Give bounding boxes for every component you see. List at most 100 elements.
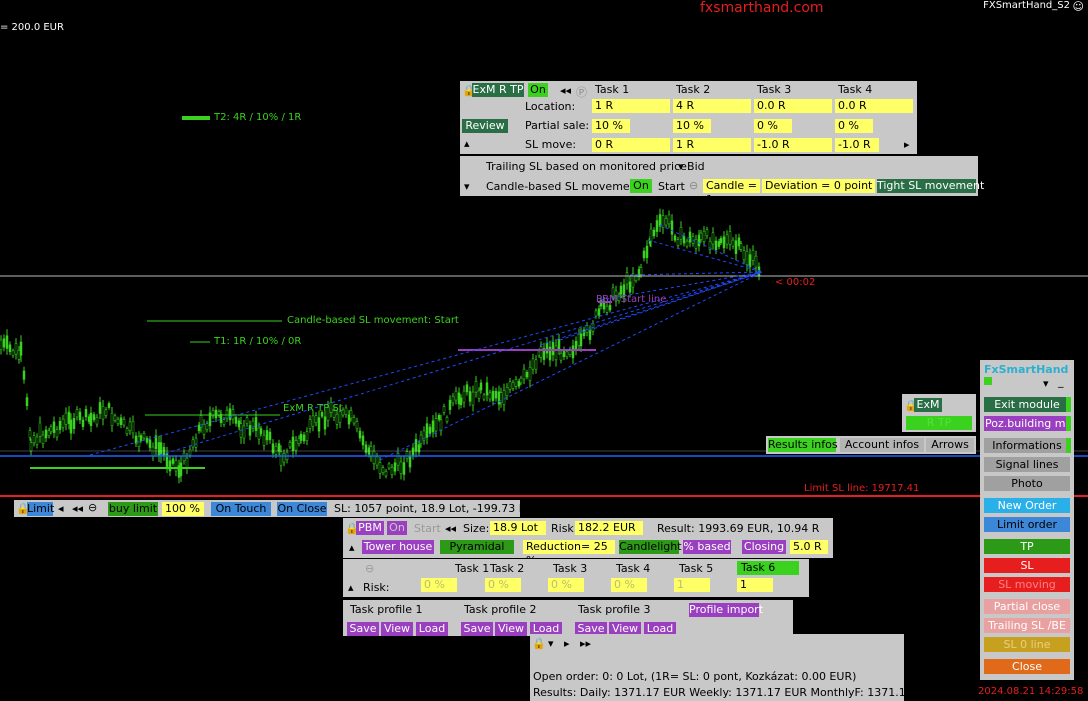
on-touch-button[interactable]: On Touch <box>211 502 271 516</box>
tp-panel: 🔒 ExM R TP On ◂◂ Ⓟ Task 1 Task 2 Task 3 … <box>460 81 917 154</box>
pbm-rewind-icon[interactable]: ◂◂ <box>445 522 456 535</box>
partial-task-1[interactable]: 10 % <box>592 119 630 133</box>
tower-house-button[interactable]: Tower house <box>362 540 434 554</box>
location-task-3[interactable]: 0.0 R <box>754 99 832 113</box>
brand-watermark: fxsmarthand.com <box>700 0 824 16</box>
informations-button[interactable]: Informations <box>984 438 1070 453</box>
candle-sl-label: Candle-based SL movement: Start <box>287 315 459 326</box>
slmove-task-3[interactable]: -1.0 R <box>754 138 832 152</box>
location-task-1[interactable]: 1 R <box>592 99 670 113</box>
profile-2-save[interactable]: Save <box>461 622 493 636</box>
expand-down-icon[interactable]: ▾ <box>464 180 470 193</box>
next-arrow-icon[interactable]: ▸ <box>904 138 910 151</box>
tab-arrows[interactable]: Arrows <box>926 438 974 452</box>
risk-minus-icon[interactable]: ⊖ <box>365 562 374 575</box>
rewind-icon[interactable]: ◂◂ <box>560 84 571 97</box>
status-next-icon[interactable]: ▸ <box>564 637 570 650</box>
deviation-field[interactable]: Deviation = 0 point <box>762 179 875 193</box>
new-order-button[interactable]: New Order <box>984 498 1070 513</box>
size-label: Size: <box>463 522 490 535</box>
risk-collapse-icon[interactable]: ▴ <box>348 581 354 594</box>
parking-icon[interactable]: Ⓟ <box>576 84 587 100</box>
pct-based-button[interactable]: % based <box>683 540 731 554</box>
poz-building-button[interactable]: Poz.building m. <box>984 416 1070 431</box>
photo-button[interactable]: Photo <box>984 476 1070 491</box>
partial-task-2[interactable]: 10 % <box>673 119 711 133</box>
risk-task-6[interactable]: 1 <box>737 578 773 592</box>
partial-task-4[interactable]: 0 % <box>835 119 873 133</box>
minus-circle-icon[interactable]: ⊖ <box>689 179 698 192</box>
sidebar-collapse-icon[interactable]: ▾ <box>1043 377 1049 390</box>
risk-task-3-header: Task 3 <box>553 562 588 575</box>
risk-field[interactable]: 182.2 EUR <box>575 521 643 535</box>
tp-stop-label: ExM R TP St <box>283 403 343 414</box>
collapse-up-icon[interactable]: ▴ <box>464 137 470 150</box>
risk-task-1[interactable]: 0 % <box>421 578 457 592</box>
candle-count-field[interactable]: Candle = 1 <box>703 179 760 206</box>
order-rewind-icon[interactable]: ◂◂ <box>72 502 83 515</box>
risk-task-4[interactable]: 0 % <box>611 578 647 592</box>
location-task-4[interactable]: 0.0 R <box>835 99 913 113</box>
closing-value[interactable]: 5.0 R <box>790 540 828 554</box>
order-minus-icon[interactable]: ⊖ <box>88 501 97 514</box>
order-prev-icon[interactable]: ◂ <box>58 502 64 515</box>
size-field[interactable]: 18.9 Lot <box>490 521 546 535</box>
exm-title[interactable]: ExM <box>914 398 942 412</box>
review-button[interactable]: Review <box>462 119 508 133</box>
risk-task-2[interactable]: 0 % <box>485 578 521 592</box>
closing-button[interactable]: Closing <box>742 540 786 554</box>
slmove-task-1[interactable]: 0 R <box>592 138 670 152</box>
signal-lines-button[interactable]: Signal lines <box>984 457 1070 472</box>
risk-task-5[interactable]: 1 <box>674 578 710 592</box>
tight-sl-button[interactable]: Tight SL movement <box>877 179 984 193</box>
order-kind[interactable]: buy limit <box>108 502 158 516</box>
partial-close-button[interactable]: Partial close <box>984 599 1070 614</box>
order-type[interactable]: Limit <box>27 502 54 516</box>
tp-management-button[interactable]: TP management <box>984 539 1070 568</box>
price-mode-dropdown[interactable]: ▾ Bid <box>678 160 705 173</box>
sidebar-title: FxSmartHand <box>984 363 1069 376</box>
profile-1-save[interactable]: Save <box>347 622 379 636</box>
on-close-button[interactable]: On Close <box>277 502 327 516</box>
order-percent[interactable]: 100 % <box>162 502 204 516</box>
trailing-sl-be-button[interactable]: Trailing SL /BE <box>984 618 1070 633</box>
location-task-2[interactable]: 4 R <box>673 99 751 113</box>
tp-panel-title[interactable]: ExM R TP <box>472 83 524 97</box>
candle-sl-on-toggle[interactable]: On <box>630 179 652 193</box>
smiley-icon: ☺ <box>1072 0 1084 13</box>
candlelight-button[interactable]: Candlelight <box>619 540 682 554</box>
sl-moving-button[interactable]: SL moving <box>984 577 1070 592</box>
slmove-task-4[interactable]: -1.0 R <box>835 138 879 152</box>
exit-module-button[interactable]: Exit module <box>984 397 1070 412</box>
close-button[interactable]: Close <box>984 659 1070 674</box>
sl-info: SL: 1057 point, 18.9 Lot, -199.73 EUR <box>334 502 542 515</box>
profile-1-load[interactable]: Load <box>416 622 448 636</box>
pyramidal-button[interactable]: Pyramidal <box>440 540 514 554</box>
candle-sl-start-label: Start <box>658 180 685 193</box>
profile-2-view[interactable]: View <box>495 622 527 636</box>
status-lock-icon[interactable]: 🔒 <box>532 637 546 650</box>
profile-import-button[interactable]: Profile import <box>689 603 763 617</box>
tab-account-infos[interactable]: Account infos <box>840 438 924 452</box>
partial-task-3[interactable]: 0 % <box>754 119 792 133</box>
reduction-field[interactable]: Reduction= 25 % <box>523 540 615 567</box>
status-forward-icon[interactable]: ▸▸ <box>580 637 591 650</box>
pbm-panel: 🔒 PBM On Start ◂◂ Size: 18.9 Lot Risk: 1… <box>343 518 833 567</box>
pbm-on-toggle[interactable]: On <box>387 521 407 535</box>
pbm-collapse-icon[interactable]: ▴ <box>349 541 355 554</box>
tp-on-toggle[interactable]: On <box>528 83 548 97</box>
slmove-task-2[interactable]: 1 R <box>673 138 751 152</box>
risk-task-3[interactable]: 0 % <box>548 578 584 592</box>
tab-results-infos[interactable]: Results infos <box>768 438 838 452</box>
pbm-title[interactable]: PBM <box>356 521 384 535</box>
risk-task-6-header[interactable]: Task 6 <box>737 561 799 575</box>
sl-management-button[interactable]: SL management <box>984 558 1070 587</box>
profile-1-view[interactable]: View <box>381 622 413 636</box>
status-dropdown-icon[interactable]: ▾ <box>548 637 554 650</box>
pbm-start-label: PBM Start line <box>596 294 667 305</box>
sl-0-line-button[interactable]: SL 0 line <box>984 637 1070 652</box>
exm-value[interactable]: R TP <box>906 416 972 430</box>
sidebar-minimize-icon[interactable]: _ <box>1058 375 1064 388</box>
risk-task-1-header: Task 1 <box>455 562 490 575</box>
limit-order-button[interactable]: Limit order <box>984 517 1070 532</box>
